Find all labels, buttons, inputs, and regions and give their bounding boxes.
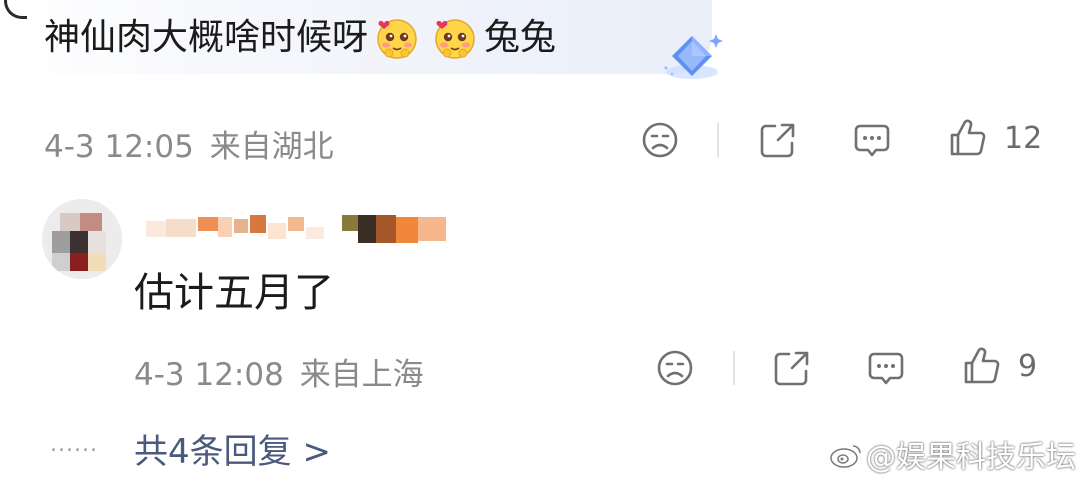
- comment-timestamp: 4-3 12:05: [44, 129, 194, 165]
- comment-icon[interactable]: [866, 348, 906, 388]
- like-thumb-icon[interactable]: [962, 346, 1002, 386]
- reply-location: 来自上海: [299, 357, 424, 393]
- reply-like-count: 9: [1018, 349, 1038, 384]
- more-replies-dots: ......: [50, 432, 98, 457]
- pixelated-username: [146, 215, 446, 243]
- crystal-badge-icon: [664, 34, 723, 79]
- comment-text: 神仙肉大概啥时候呀 兔兔: [44, 14, 556, 61]
- comment-icon[interactable]: [852, 120, 892, 160]
- blush-face-emoji-icon: [435, 19, 475, 59]
- reply-meta: 4-3 12:08 来自上海: [134, 349, 424, 394]
- sad-face-icon[interactable]: [655, 348, 695, 388]
- reply-timestamp: 4-3 12:08: [134, 357, 284, 393]
- comment-location: 来自湖北: [209, 129, 334, 165]
- sad-face-icon[interactable]: [640, 120, 680, 160]
- share-icon[interactable]: [772, 348, 812, 388]
- share-icon[interactable]: [758, 120, 798, 160]
- comment-meta: 4-3 12:05 来自湖北: [44, 121, 334, 166]
- watermark: @娱果科技乐坛: [866, 440, 1076, 475]
- blush-face-emoji-icon: [377, 19, 417, 59]
- avatar[interactable]: [42, 199, 122, 279]
- action-divider: [733, 351, 735, 385]
- username-redacted[interactable]: [146, 213, 450, 245]
- comment-text-part1: 神仙肉大概啥时候呀: [44, 17, 369, 58]
- comment-like-count: 12: [1004, 121, 1043, 156]
- reply-text: 估计五月了: [134, 270, 334, 316]
- view-more-replies-link[interactable]: 共4条回复 >: [134, 424, 331, 473]
- like-thumb-icon[interactable]: [948, 118, 988, 158]
- pixelated-avatar-image: [42, 199, 122, 279]
- comment-text-part2: 兔兔: [484, 17, 557, 58]
- action-divider: [717, 123, 719, 157]
- weibo-logo-icon: [830, 445, 861, 468]
